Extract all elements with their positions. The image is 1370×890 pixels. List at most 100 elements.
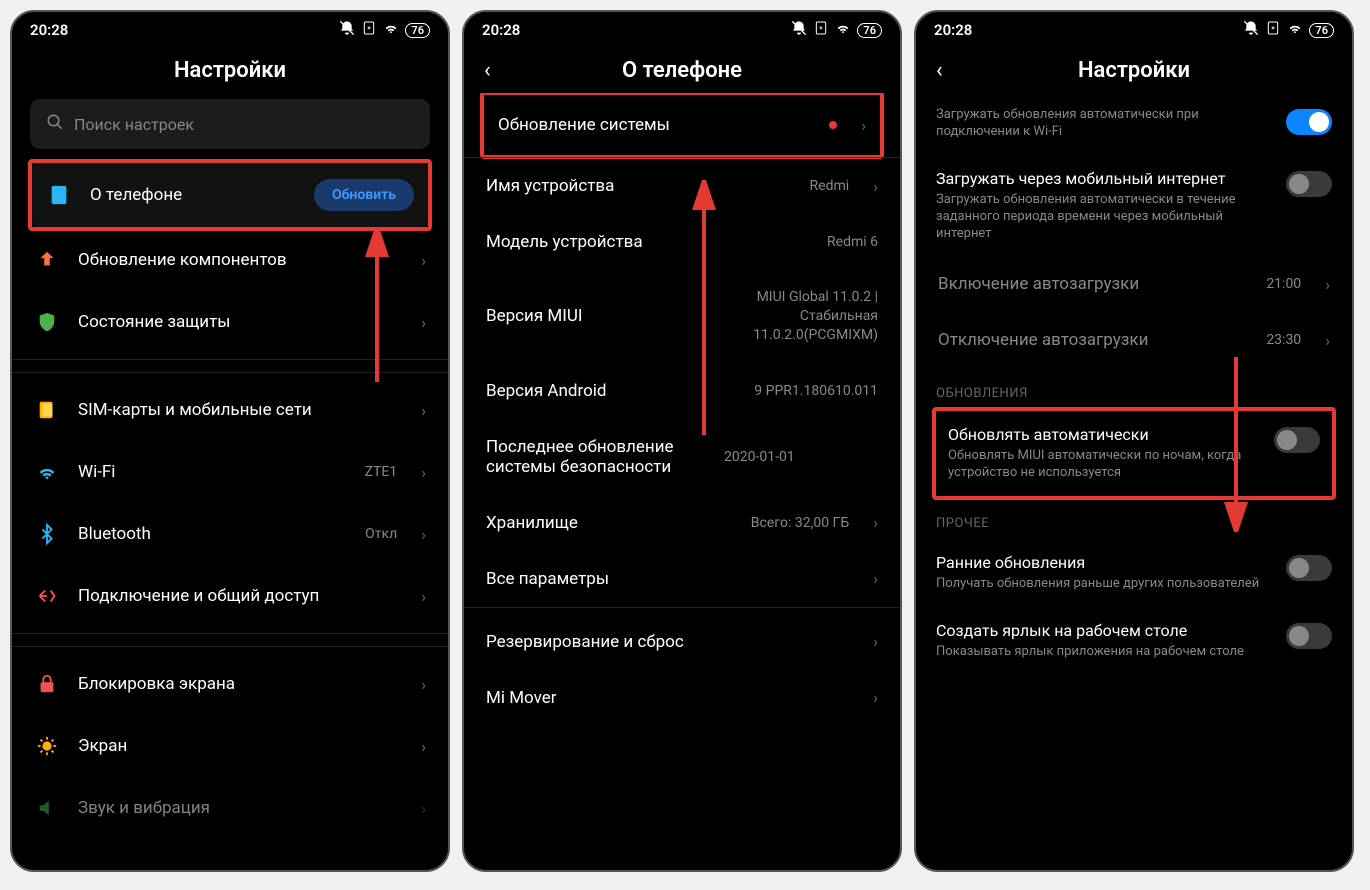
row-label: Bluetooth [78, 524, 347, 544]
row-mobile-download[interactable]: Загружать через мобильный интернет Загру… [934, 155, 1334, 257]
row-label: SIM-карты и мобильные сети [78, 400, 397, 420]
setting-sub: Загружать обновления автоматически при п… [936, 107, 1274, 141]
bluetooth-icon [34, 521, 60, 547]
wifi-icon [383, 20, 399, 40]
status-icons: × 76 [339, 20, 430, 40]
row-all-params[interactable]: Все параметры › [482, 551, 882, 607]
row-storage[interactable]: Хранилище Всего: 32,00 ГБ › [482, 495, 882, 551]
toggle-wifi-auto[interactable] [1286, 109, 1332, 135]
back-button[interactable]: ‹ [936, 58, 943, 83]
row-sharing[interactable]: Подключение и общий доступ › [30, 565, 430, 627]
row-bluetooth[interactable]: Bluetooth Откл › [30, 503, 430, 565]
row-wifi-auto-download[interactable]: Загружать обновления автоматически при п… [934, 93, 1334, 155]
row-android-version[interactable]: Версия Android 9 PPR1.180610.011 [482, 363, 882, 419]
chevron-right-icon: › [421, 737, 426, 756]
row-label: Mi Mover [486, 688, 849, 708]
status-time: 20:28 [934, 21, 972, 39]
row-desktop-shortcut[interactable]: Создать ярлык на рабочем столе Показыват… [934, 607, 1334, 675]
chevron-right-icon: › [1325, 275, 1330, 294]
notification-dot-icon [829, 121, 837, 129]
chevron-right-icon: › [421, 463, 426, 482]
row-label: Подключение и общий доступ [78, 586, 397, 606]
status-icons: × 76 [1243, 20, 1334, 40]
search-icon [46, 113, 64, 135]
update-button[interactable]: Обновить [314, 179, 414, 211]
highlight-box-system-update: Обновление системы › [480, 93, 884, 159]
row-sim[interactable]: SIM-карты и мобильные сети › [30, 379, 430, 441]
svg-text:×: × [368, 24, 372, 32]
row-system-update[interactable]: Обновление системы › [484, 95, 880, 155]
row-label: Блокировка экрана [78, 674, 397, 694]
row-label: Резервирование и сброс [486, 632, 849, 652]
rotate-lock-icon: × [1265, 20, 1281, 40]
row-label: О телефоне [90, 185, 296, 205]
chevron-right-icon: › [1325, 331, 1330, 350]
row-label: Имя устройства [486, 176, 792, 196]
row-display[interactable]: Экран › [30, 715, 430, 777]
row-label: Экран [78, 736, 397, 756]
status-bar: 20:28 × 76 [916, 12, 1352, 44]
back-button[interactable]: ‹ [484, 58, 491, 83]
status-bar: 20:28 × 76 [464, 12, 900, 44]
row-component-update[interactable]: Обновление компонентов › [30, 229, 430, 291]
chevron-right-icon: › [873, 569, 878, 588]
row-label: Wi-Fi [78, 462, 347, 482]
chevron-right-icon: › [873, 632, 878, 651]
row-security-patch[interactable]: Последнее обновление системы безопасност… [482, 419, 882, 495]
row-autoload-off[interactable]: Отключение автозагрузки 23:30 › [934, 312, 1334, 368]
rotate-lock-icon: × [361, 20, 377, 40]
row-autoload-on[interactable]: Включение автозагрузки 21:00 › [934, 256, 1334, 312]
toggle-shortcut[interactable] [1286, 623, 1332, 649]
row-lock-screen[interactable]: Блокировка экрана › [30, 653, 430, 715]
row-mi-mover[interactable]: Mi Mover › [482, 670, 882, 726]
status-icons: × 76 [791, 20, 882, 40]
setting-title: Обновлять автоматически [948, 425, 1262, 444]
toggle-early[interactable] [1286, 555, 1332, 581]
status-time: 20:28 [30, 21, 68, 39]
row-value: 23:30 [1266, 332, 1301, 348]
row-label: Состояние защиты [78, 312, 397, 332]
section-divider [12, 359, 448, 373]
lock-icon [34, 671, 60, 697]
section-divider [12, 633, 448, 647]
row-about-phone[interactable]: О телефоне Обновить [32, 163, 428, 227]
row-early-updates[interactable]: Ранние обновления Получать обновления ра… [934, 539, 1334, 607]
shield-icon [34, 309, 60, 335]
row-auto-update[interactable]: Обновлять автоматически Обновлять MIUI а… [936, 411, 1332, 496]
row-label: Модель устройства [486, 232, 809, 252]
search-placeholder: Поиск настроек [74, 115, 194, 134]
battery-indicator: 76 [405, 23, 430, 38]
row-label: Версия MIUI [486, 306, 680, 326]
phone-icon [46, 182, 72, 208]
wifi-icon [34, 459, 60, 485]
setting-title: Ранние обновления [936, 553, 1274, 572]
row-label: Отключение автозагрузки [938, 330, 1248, 350]
row-label: Обновление системы [498, 115, 811, 135]
row-device-name[interactable]: Имя устройства Redmi › [482, 158, 882, 214]
toggle-auto-update[interactable] [1274, 427, 1320, 453]
row-value: ZTE1 [365, 464, 398, 480]
row-label: Последнее обновление системы безопасност… [486, 437, 706, 477]
chevron-right-icon: › [873, 177, 878, 196]
row-security-status[interactable]: Состояние защиты › [30, 291, 430, 353]
status-time: 20:28 [482, 21, 520, 39]
phone-screen-2: 20:28 × 76 ‹ О телефоне Обновление систе… [462, 10, 902, 872]
search-input[interactable]: Поиск настроек [30, 99, 430, 149]
row-sound[interactable]: Звук и вибрация › [30, 777, 430, 839]
row-wifi[interactable]: Wi-Fi ZTE1 › [30, 441, 430, 503]
mute-icon [339, 20, 355, 40]
chevron-right-icon: › [421, 799, 426, 818]
row-backup-reset[interactable]: Резервирование и сброс › [482, 608, 882, 670]
row-label: Все параметры [486, 569, 849, 589]
phone-screen-3: 20:28 × 76 ‹ Настройки Загружать обновле… [914, 10, 1354, 872]
row-model[interactable]: Модель устройства Redmi 6 [482, 214, 882, 270]
row-miui-version[interactable]: Версия MIUI MIUI Global 11.0.2 | Стабиль… [482, 270, 882, 363]
mute-icon [791, 20, 807, 40]
highlight-box-about-phone: О телефоне Обновить [28, 159, 432, 231]
setting-sub: Получать обновления раньше других пользо… [936, 576, 1274, 593]
battery-indicator: 76 [857, 23, 882, 38]
svg-text:×: × [1272, 24, 1276, 32]
toggle-mobile[interactable] [1286, 171, 1332, 197]
row-value: 9 PPR1.180610.011 [754, 383, 878, 399]
section-label-other: ПРОЧЕЕ [934, 498, 1334, 539]
